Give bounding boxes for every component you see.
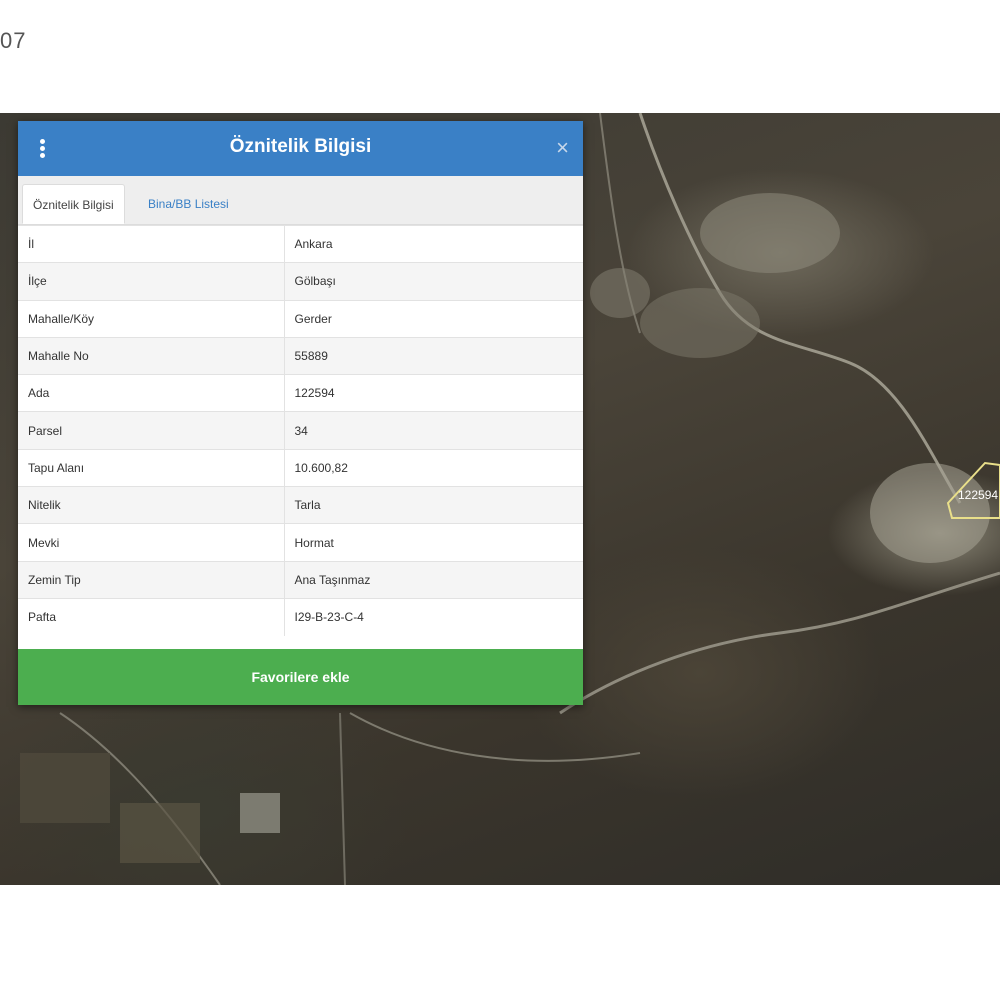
row-value: Tarla — [284, 486, 583, 524]
row-key: Ada — [18, 374, 285, 412]
row-value: Gölbaşı — [284, 262, 583, 301]
parcel-label: 122594 — [958, 488, 998, 502]
row-value: I29-B-23-C-4 — [284, 597, 583, 636]
row-key: Mahalle/Köy — [18, 299, 285, 338]
row-key: Parsel — [18, 411, 285, 450]
row-value: 34 — [284, 411, 583, 450]
table-row: Parsel 34 — [18, 411, 583, 450]
tab-bar: Öznitelik Bilgisi Bina/BB Listesi — [18, 176, 583, 225]
table-row: Nitelik Tarla — [18, 486, 583, 524]
table-row: Pafta I29-B-23-C-4 — [18, 597, 583, 636]
row-key: Tapu Alanı — [18, 448, 285, 487]
panel-title: Öznitelik Bilgisi — [229, 136, 372, 157]
row-key: Mevki — [18, 523, 285, 562]
attribute-panel: Öznitelik Bilgisi × Öznitelik Bilgisi Bi… — [18, 121, 583, 705]
row-key: Zemin Tip — [18, 560, 285, 599]
tab-oznitelik-bilgisi[interactable]: Öznitelik Bilgisi — [22, 184, 125, 224]
row-value: 10.600,82 — [284, 448, 583, 487]
table-row: Mevki Hormat — [18, 523, 583, 562]
table-row: İl Ankara — [18, 224, 583, 263]
tab-bina-bb-listesi[interactable]: Bina/BB Listesi — [138, 184, 239, 224]
attribute-table: İl Ankara İlçe Gölbaşı Mahalle/Köy Gerder M… — [18, 224, 583, 636]
panel-header: Öznitelik Bilgisi × — [18, 121, 583, 176]
table-row: İlçe Gölbaşı — [18, 262, 583, 301]
row-key: Mahalle No — [18, 336, 285, 375]
row-value: Ana Taşınmaz — [284, 560, 583, 599]
close-icon[interactable]: × — [556, 135, 569, 161]
row-value: Ankara — [284, 224, 583, 263]
row-key: Nitelik — [18, 486, 285, 524]
row-value: 122594 — [284, 374, 583, 412]
add-to-favorites-button[interactable]: Favorilere ekle — [18, 649, 583, 705]
row-value: Hormat — [284, 523, 583, 562]
row-value: Gerder — [284, 299, 583, 338]
table-row: Ada 122594 — [18, 374, 583, 412]
table-row: Mahalle No 55889 — [18, 336, 583, 375]
table-row: Mahalle/Köy Gerder — [18, 299, 583, 338]
table-row: Zemin Tip Ana Taşınmaz — [18, 560, 583, 599]
row-key: İlçe — [18, 262, 285, 301]
table-row: Tapu Alanı 10.600,82 — [18, 448, 583, 487]
row-value: 55889 — [284, 336, 583, 375]
row-key: Pafta — [18, 597, 285, 636]
row-key: İl — [18, 224, 285, 263]
corner-text: 07 — [0, 28, 27, 53]
